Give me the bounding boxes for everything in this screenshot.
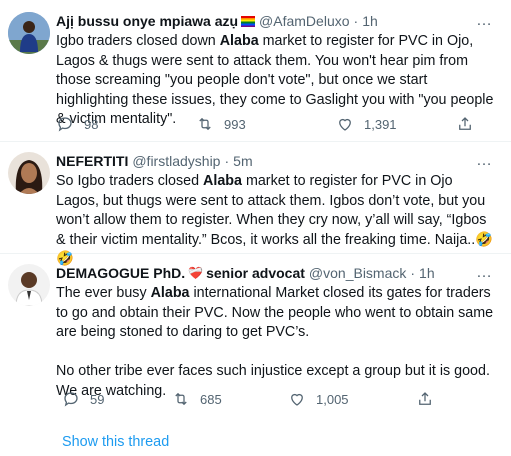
tweet-1[interactable]: Ajị bussu onye mpiawa azụ @AfamDeluxo · … [0,0,511,142]
share-icon [419,392,431,405]
avatar[interactable] [8,12,50,54]
tweet-text-keyword: Alaba [203,173,242,189]
timestamp[interactable]: 1h [362,12,378,30]
reply-count: 98 [84,116,99,132]
display-name[interactable]: Ajị bussu onye mpiawa azụ [56,12,238,30]
reply-icon [64,392,78,407]
retweet-count: 993 [224,116,246,132]
share-button[interactable] [456,115,474,133]
tweet-2[interactable]: NEFERTITI @firstladyship · 5m … So Igbo … [0,142,511,267]
avatar-image [8,12,50,54]
like-count: 1,005 [316,391,349,407]
tweet-text-part: Igbo traders closed down [56,33,220,49]
show-thread-link[interactable]: Show this thread [62,434,169,450]
avatar-image [8,152,50,194]
avatar[interactable] [8,264,50,306]
timestamp[interactable]: 5m [233,152,252,170]
avatar[interactable] [8,152,50,194]
like-button[interactable]: 1,005 [288,390,416,408]
more-options-icon[interactable]: … [476,264,493,282]
tweet-actions: 98 993 1,391 [56,115,474,133]
tweet-text: The ever busy Alaba international Market… [56,284,497,401]
retweet-button[interactable]: 685 [172,390,288,408]
tweet-actions: 59 685 1,005 [62,390,434,408]
separator-dot: · [224,153,230,169]
user-handle[interactable]: @von_Bismack [309,264,406,282]
retweet-count: 685 [200,391,222,407]
reply-icon [58,117,72,132]
more-options-icon[interactable]: … [476,152,493,170]
user-handle[interactable]: @AfamDeluxo [259,12,349,30]
avatar-image [8,264,50,306]
retweet-icon [175,392,187,406]
mending-heart-icon: ❤️‍🩹 [188,266,204,280]
reply-button[interactable]: 59 [62,390,172,408]
timestamp[interactable]: 1h [419,264,435,282]
tweet-text-part: international Market closed its gates fo… [56,285,494,399]
tweet-text-part: The ever busy [56,285,151,301]
tweet-3[interactable]: DEMAGOGUE PhD. ❤️‍🩹 senior advocat @von_… [0,254,511,456]
share-button[interactable] [416,390,434,408]
retweet-button[interactable]: 993 [196,115,336,133]
tweet-text-keyword: Alaba [150,285,190,301]
like-count: 1,391 [364,116,397,132]
display-name[interactable]: NEFERTITI [56,152,128,170]
heart-icon [291,393,303,406]
tweet-header: Ajị bussu onye mpiawa azụ @AfamDeluxo · … [56,12,497,30]
more-options-icon[interactable]: … [476,12,493,30]
display-name[interactable]: DEMAGOGUE PhD. [56,264,185,282]
user-handle[interactable]: @firstladyship [132,152,220,170]
tweet-text-keyword: Alaba [219,33,259,49]
separator-dot: · [353,13,359,29]
share-icon [459,117,471,130]
tweet-header: DEMAGOGUE PhD. ❤️‍🩹 senior advocat @von_… [56,264,497,282]
display-name-suffix[interactable]: senior advocat [206,264,305,282]
tweet-text-part: So Igbo traders closed [56,173,204,189]
like-button[interactable]: 1,391 [336,115,456,133]
separator-dot: · [410,265,416,281]
reply-button[interactable]: 98 [56,115,196,133]
reply-count: 59 [90,391,105,407]
heart-icon [339,118,351,131]
rainbow-flag-icon [241,15,256,27]
retweet-icon [199,117,211,131]
tweet-header: NEFERTITI @firstladyship · 5m [56,152,497,170]
